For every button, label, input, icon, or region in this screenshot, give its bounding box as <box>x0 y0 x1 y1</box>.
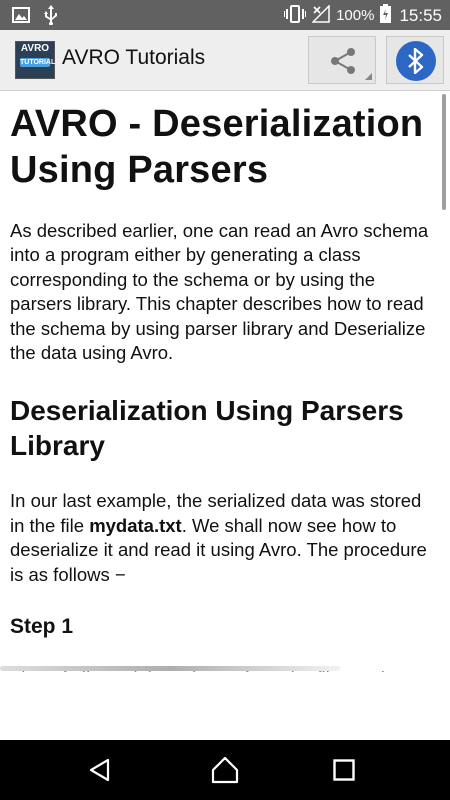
section-paragraph: In our last example, the serialized data… <box>10 489 440 587</box>
intro-paragraph: As described earlier, one can read an Av… <box>10 220 429 364</box>
navigation-bar <box>0 740 450 800</box>
overflow-indicator <box>365 73 372 80</box>
battery-icon <box>380 4 392 27</box>
clock: 15:55 <box>399 5 442 25</box>
home-icon[interactable] <box>210 756 240 789</box>
status-bar: 100% 15:55 <box>0 0 450 30</box>
back-icon[interactable] <box>88 758 112 787</box>
image-icon <box>12 7 30 28</box>
battery-percent: 100% <box>336 7 375 24</box>
app-logo: AVRO TUTORIAL <box>15 41 55 79</box>
page-title: AVRO - Deserialization Using Parsers <box>10 103 424 191</box>
usb-icon <box>44 5 58 30</box>
section-heading: Deserialization Using Parsers Library <box>10 395 404 462</box>
app-bar: AVRO TUTORIAL AVRO Tutorials <box>0 30 450 91</box>
bluetooth-button[interactable] <box>386 36 444 84</box>
logo-text: AVRO <box>20 43 50 54</box>
logo-subtext: TUTORIAL <box>20 58 56 67</box>
vibrate-icon <box>283 4 308 27</box>
app-title: AVRO Tutorials <box>62 46 206 69</box>
status-left-icons <box>12 5 58 30</box>
recents-icon[interactable] <box>333 759 355 786</box>
scrollbar[interactable] <box>442 94 446 210</box>
status-right: 100% 15:55 <box>283 3 442 27</box>
blank-area <box>0 672 450 740</box>
filename-text: mydata.txt <box>89 514 182 536</box>
bluetooth-icon <box>396 41 436 81</box>
step-heading: Step 1 <box>10 615 74 639</box>
article-view[interactable]: AVRO - Deserialization Using Parsers As … <box>0 91 450 740</box>
share-button[interactable] <box>308 36 376 84</box>
no-signal-icon <box>311 3 330 27</box>
scroll-edge-shadow <box>0 666 340 671</box>
article: AVRO - Deserialization Using Parsers As … <box>0 101 450 691</box>
